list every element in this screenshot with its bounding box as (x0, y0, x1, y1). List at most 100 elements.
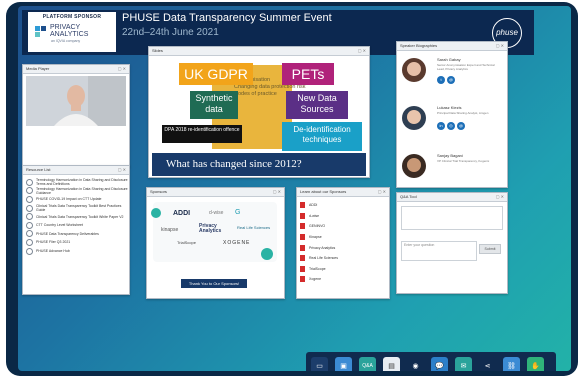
resource-item[interactable]: PHUSE Data Transparency Deliverables (23, 230, 129, 239)
panel-title: Media Player (26, 66, 50, 71)
sponsor-document-link[interactable]: ADDI (297, 200, 389, 211)
panel-header: Resource List ▢ ✕ (23, 166, 129, 175)
qa-tool-panel: Q&A Tool ▢ ✕ Enter your question Submit (396, 192, 508, 294)
speaker-photo (402, 154, 426, 178)
hand-icon[interactable]: ✋ (527, 357, 544, 371)
speaker-card[interactable]: Lukasz Kiezis Principal Data Sharing Ana… (397, 100, 507, 142)
synthetic-box: Synthetic data (190, 91, 238, 119)
sponsor-document-link[interactable]: TrialScope (297, 264, 389, 275)
panel-title: Slides (152, 48, 163, 53)
pdf-icon (300, 255, 305, 262)
media-icon[interactable]: ▣ (335, 357, 352, 371)
speaker-photo (402, 58, 426, 82)
panel-title: Sponsors (150, 189, 167, 194)
slide-view[interactable]: AnonymisationChanging data protection ri… (152, 57, 366, 176)
resource-item[interactable]: PHUSE Advance Hub (23, 247, 129, 256)
panel-header: Learn about our Sponsors ▢ ✕ (297, 188, 389, 197)
sponsor-document-link[interactable]: Xogene (297, 274, 389, 285)
pets-box: PETs (282, 63, 334, 85)
notes-icon[interactable]: ▤ (383, 357, 400, 371)
pdf-icon (300, 265, 305, 272)
sponsor-sub: an IQVIA company (51, 39, 81, 43)
panel-title: Resource List (26, 167, 51, 172)
event-screen: PLATFORM SPONSOR PRIVACY ANALYTICS an IQ… (18, 6, 571, 371)
panel-header: Sponsors ▢ ✕ (147, 188, 284, 197)
thank-you-sponsors-button[interactable]: Thank You to Our Sponsors! (181, 279, 247, 288)
sponsors-panel: Sponsors ▢ ✕ ADDI d-wise G kinapse Privac… (146, 187, 285, 299)
speaker-video-icon (26, 76, 126, 126)
resource-item[interactable]: Terminology Harmonization in Data Sharin… (23, 178, 129, 187)
sponsor-logo-board[interactable]: ADDI d-wise G kinapse Privacy Analytics … (151, 202, 277, 262)
qa-icon[interactable]: Q&A (359, 357, 376, 371)
slides-panel: Slides ▢ ✕ AnonymisationChanging data pro… (148, 46, 370, 178)
speaker-card[interactable]: Sanjay Bagani VP Clinical Trial Transpar… (397, 148, 507, 187)
video-feed[interactable] (26, 76, 126, 126)
resources-icon[interactable]: ◉ (407, 357, 424, 371)
link-icon (26, 195, 33, 203)
window-controls-icon[interactable]: ▢ ✕ (358, 47, 366, 55)
email-icon[interactable]: ✉ (455, 357, 472, 371)
window-controls-icon[interactable]: ▢ ✕ (273, 188, 281, 196)
link-icon (26, 247, 33, 255)
slide-caption-bar: What has changed since 2012? (152, 153, 366, 176)
sponsor-document-link[interactable]: Kinapse (297, 232, 389, 243)
qa-submit-button[interactable]: Submit (479, 244, 501, 254)
pdf-icon (300, 223, 305, 230)
qa-question-input[interactable]: Enter your question (401, 241, 477, 261)
panel-header: Q&A Tool ▢ ✕ (397, 193, 507, 202)
linkedin-icon[interactable]: in (437, 122, 445, 130)
pdf-icon (300, 276, 305, 283)
sponsor-document-link[interactable]: GENINVO (297, 221, 389, 232)
learn-about-sponsors-panel: Learn about our Sponsors ▢ ✕ ADDI d-wise … (296, 187, 390, 299)
sponsor-document-link[interactable]: Real Life Sciences (297, 253, 389, 264)
sponsor-header: PLATFORM SPONSOR (42, 14, 102, 20)
gdpr-box: UK GDPR (179, 63, 253, 85)
pdf-icon (300, 202, 305, 209)
email-icon[interactable]: @ (457, 122, 465, 130)
resource-item[interactable]: PHUSE Flier Q3 2021 (23, 238, 129, 247)
event-date: 22nd–24th June 2021 (122, 27, 219, 38)
twitter-icon[interactable]: t (437, 76, 445, 84)
link-icon (26, 238, 33, 246)
chat-icon[interactable]: 💬 (431, 357, 448, 371)
resource-list-panel: Resource List ▢ ✕ Terminology Harmonizati… (22, 165, 130, 295)
link-icon (26, 213, 33, 221)
panel-title: Speaker Biographies (400, 43, 438, 48)
panel-header: Media Player ▢ ✕ (23, 65, 129, 74)
window-controls-icon[interactable]: ▢ ✕ (496, 42, 504, 50)
sponsor-name: PRIVACY ANALYTICS (50, 24, 89, 38)
email-icon[interactable]: @ (447, 76, 455, 84)
resource-item[interactable]: Clinical Trials Data Transparency Toolki… (23, 204, 129, 213)
web-icon[interactable]: ◎ (447, 122, 455, 130)
resource-item[interactable]: Clinical Trials Data Transparency Toolki… (23, 212, 129, 221)
panel-title: Q&A Tool (400, 194, 417, 199)
new-data-sources-box: New Data Sources (286, 91, 348, 119)
screen-icon[interactable]: ▭ (311, 357, 328, 371)
speaker-photo (402, 106, 426, 130)
link-icon (26, 221, 33, 229)
sponsor-document-link[interactable]: d-wise (297, 211, 389, 222)
resource-item[interactable]: CTT Country Level Worksheet (23, 221, 129, 230)
share-icon[interactable]: ⋖ (479, 357, 496, 371)
resource-item[interactable]: PHUSE COVID-19 Impact on CTT Update (23, 195, 129, 204)
panel-header: Slides ▢ ✕ (149, 47, 369, 56)
pdf-icon (300, 212, 305, 219)
platform-sponsor-card[interactable]: PLATFORM SPONSOR PRIVACY ANALYTICS an IQ… (28, 12, 116, 52)
window-controls-icon[interactable]: ▢ ✕ (118, 65, 126, 73)
link-icon[interactable]: ⛓ (503, 357, 520, 371)
window-controls-icon[interactable]: ▢ ✕ (496, 193, 504, 201)
link-icon (26, 230, 33, 238)
sponsor-document-link[interactable]: Privacy Analytics (297, 242, 389, 253)
link-icon (26, 204, 33, 212)
media-player-panel: Media Player ▢ ✕ (22, 64, 130, 167)
window-controls-icon[interactable]: ▢ ✕ (118, 166, 126, 174)
window-controls-icon[interactable]: ▢ ✕ (378, 188, 386, 196)
dpa-box: DPA 2018 re-identification offence (162, 125, 242, 143)
qa-messages-area (401, 206, 503, 230)
event-title: PHUSE Data Transparency Summer Event (122, 12, 332, 24)
speaker-card[interactable]: Sarah Gabay Senior Anonymisation Expert … (397, 52, 507, 94)
speaker-biographies-panel: Speaker Biographies ▢ ✕ Sarah Gabay Senio… (396, 41, 508, 188)
pdf-icon (300, 244, 305, 251)
panel-title: Learn about our Sponsors (300, 189, 347, 194)
resource-item[interactable]: Terminology Harmonization in Data Sharin… (23, 187, 129, 196)
